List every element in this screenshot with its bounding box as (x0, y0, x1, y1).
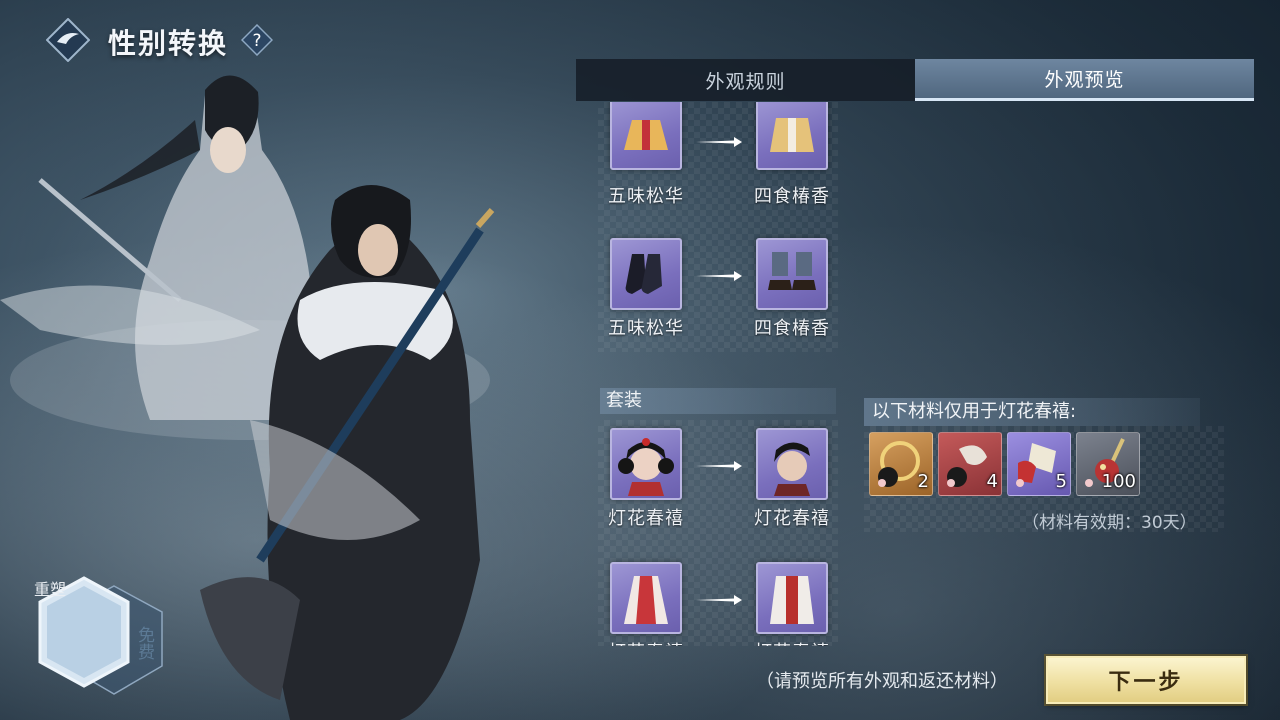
arrow-right-icon (696, 461, 742, 471)
arrow-right-icon (696, 271, 742, 281)
help-icon[interactable]: ? (241, 24, 273, 56)
shoes-icon (768, 252, 816, 290)
outfit-item-from[interactable] (610, 238, 682, 310)
preview-hint: （请预览所有外观和返还材料） (756, 671, 1008, 692)
material-slot[interactable]: 100 (1076, 432, 1140, 496)
set-to-name: 灯花春禧 (737, 638, 838, 646)
tab-bar: 外观规则 外观预览 (576, 59, 1254, 101)
arrow-right-icon (696, 137, 742, 147)
outfit-item-from[interactable] (610, 102, 682, 170)
set-item-to[interactable] (756, 562, 828, 634)
material-count: 4 (986, 471, 998, 492)
dress-icon (624, 576, 668, 624)
set-to-name: 灯花春禧 (754, 508, 830, 529)
set-from-name: 灯花春禧 (608, 508, 684, 529)
female-head-icon (618, 438, 674, 496)
badge-free-label: 免费 (134, 626, 154, 660)
material-count: 100 (1101, 471, 1136, 492)
outfit-from-name: 五味松华 (608, 186, 684, 207)
arrow-right-icon (696, 595, 742, 605)
next-step-button[interactable]: 下一步 (1046, 656, 1246, 704)
outfit-from-name: 五味松华 (608, 318, 684, 339)
outfit-item-to[interactable] (756, 238, 828, 310)
set-section-header: 套装 (600, 388, 836, 414)
set-item-from[interactable] (610, 562, 682, 634)
material-slot[interactable]: 2 (869, 432, 933, 496)
back-diamond-icon[interactable] (46, 18, 90, 62)
material-slot[interactable]: 5 (1007, 432, 1071, 496)
set-from-name: 灯花春禧 (598, 638, 701, 646)
materials-header: 以下材料仅用于灯花春禧: (864, 398, 1200, 426)
outfit-to-name: 四食椿香 (754, 186, 830, 207)
materials-validity: （材料有效期：30天） (1022, 513, 1197, 533)
outfit-to-name: 四食椿香 (754, 318, 830, 339)
set-item-to[interactable] (756, 428, 828, 500)
robe-icon (770, 118, 814, 152)
material-slot[interactable]: 4 (938, 432, 1002, 496)
material-count: 5 (1055, 471, 1067, 492)
boots-icon (625, 254, 662, 294)
page-title: 性别转换 (108, 27, 229, 60)
robe-icon (624, 120, 668, 150)
material-count: 2 (917, 471, 929, 492)
tab-appearance-rules[interactable]: 外观规则 (576, 59, 915, 101)
male-head-icon (774, 442, 810, 496)
tab-appearance-preview[interactable]: 外观预览 (915, 59, 1254, 101)
jacket-icon (770, 576, 814, 624)
set-item-from[interactable] (610, 428, 682, 500)
outfit-list[interactable]: 五味松华 四食椿香 五味松华 四食椿香 灯花春禧 灯花春禧 (598, 102, 838, 646)
help-symbol: ? (252, 31, 261, 51)
outfit-item-to[interactable] (756, 102, 828, 170)
